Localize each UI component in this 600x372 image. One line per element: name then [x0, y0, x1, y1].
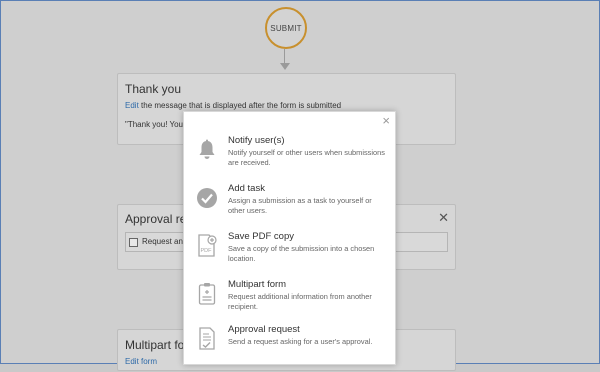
- check-circle-icon: [196, 187, 218, 209]
- submit-node[interactable]: SUBMIT: [265, 7, 307, 49]
- add-action-modal: × Notify user(s) Notify yourself or othe…: [183, 111, 396, 365]
- flow-arrow-icon: [280, 63, 290, 70]
- option-description: Assign a submission as a task to yoursel…: [228, 196, 372, 215]
- thank-you-message-preview: "Thank you! You: [125, 120, 183, 129]
- option-title: Save PDF copy: [228, 231, 294, 242]
- option-add-task[interactable]: Add task Assign a submission as a task t…: [184, 183, 395, 231]
- approval-field-label: Request an: [142, 237, 183, 246]
- submit-node-label: SUBMIT: [270, 23, 302, 33]
- option-title: Multipart form: [228, 279, 287, 290]
- option-save-pdf-copy[interactable]: PDF Save PDF copy Save a copy of the sub…: [184, 231, 395, 279]
- option-description: Send a request asking for a user's appro…: [228, 337, 373, 346]
- option-title: Approval request: [228, 324, 300, 335]
- option-title: Add task: [228, 183, 265, 194]
- pdf-file-icon: PDF: [196, 234, 218, 257]
- approval-close-icon[interactable]: ✕: [438, 210, 449, 226]
- thank-you-edit-line: Edit the message that is displayed after…: [125, 101, 341, 110]
- option-notify-users[interactable]: Notify user(s) Notify yourself or other …: [184, 135, 395, 183]
- modal-close-icon[interactable]: ×: [382, 114, 390, 128]
- bell-icon: [196, 139, 218, 161]
- approval-document-icon: [196, 327, 218, 350]
- multipart-edit-form-link[interactable]: Edit form: [125, 357, 157, 366]
- thank-you-edit-link[interactable]: Edit: [125, 101, 139, 110]
- option-approval-request[interactable]: Approval request Send a request asking f…: [184, 324, 395, 372]
- option-description: Save a copy of the submission into a cho…: [228, 244, 375, 263]
- option-description: Request additional information from anot…: [228, 292, 372, 311]
- approval-checkbox[interactable]: [129, 238, 138, 247]
- svg-text:PDF: PDF: [201, 248, 213, 254]
- option-multipart-form[interactable]: Multipart form Request additional inform…: [184, 279, 395, 327]
- option-title: Notify user(s): [228, 135, 285, 146]
- thank-you-title: Thank you: [125, 82, 182, 96]
- clipboard-form-icon: [196, 283, 218, 305]
- option-description: Notify yourself or other users when subm…: [228, 148, 385, 167]
- thank-you-edit-text: the message that is displayed after the …: [141, 101, 342, 110]
